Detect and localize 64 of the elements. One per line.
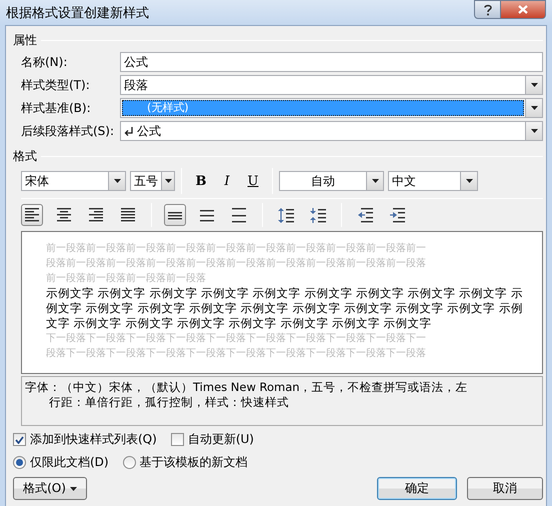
italic-button[interactable]: I — [216, 170, 238, 192]
field-label: 名称(N): — [20, 54, 68, 70]
dropdown-arrow-icon — [530, 83, 538, 87]
dropdown-arrow-icon — [164, 179, 172, 183]
radio-label: 仅限此文档(D) — [30, 454, 109, 471]
spacing-arrows-icon — [278, 208, 294, 222]
bold-button[interactable]: B — [190, 170, 212, 192]
preview-text: 段落下一段落下一段落下一段落下一段落下一段落下一段落下一段落下一段落下一段落 — [46, 346, 427, 361]
field-label: 样式基准(B): — [20, 100, 92, 116]
radio-button[interactable] — [122, 456, 136, 469]
preview-text: 下一段落下一段落下一段落下一段落下一段落下一段落下一段落下一段落下一段落下一 — [46, 332, 427, 346]
description-text: 行距：单倍行距，孤行控制，样式：快速样式 — [48, 395, 290, 410]
section-heading: 属性 — [13, 32, 37, 49]
format-menu-button[interactable]: 格式(O) — [13, 477, 87, 500]
dropdown-arrow-icon — [530, 129, 538, 133]
checkbox-label: 自动更新(U) — [188, 431, 254, 448]
preview-text: 前一段落前一段落前一段落前一段落 — [46, 272, 207, 286]
line-spacing-icon — [200, 208, 214, 222]
help-button[interactable] — [474, 0, 501, 19]
window-title: 根据格式设置创建新样式 — [5, 5, 150, 22]
sample-text: 文字 示例文字 示例文字 示例文字 示例文字 示例文字 示例文字 示例文字 — [46, 316, 433, 331]
close-button[interactable] — [501, 0, 546, 19]
field-label: 后续段落样式(S): — [20, 122, 116, 140]
preview-text: 前一段落前一段落前一段落前一段落前一段落前一段落前一段落前一段落前一段落前一 — [46, 242, 427, 256]
dropdown-arrow-icon — [114, 179, 120, 183]
line-spacing-button[interactable] — [164, 204, 186, 226]
dropdown-field[interactable]: 公式 — [120, 121, 543, 141]
indent-arrow-icon — [358, 208, 372, 222]
size-dropdown[interactable]: 五号 — [130, 171, 175, 191]
checkbox[interactable] — [170, 433, 184, 446]
cancel-button[interactable]: 取消 — [467, 477, 543, 500]
script-dropdown[interactable]: 中文 — [388, 171, 478, 191]
dropdown-arrow-icon — [466, 179, 472, 183]
align-justify-icon — [121, 208, 135, 222]
checkbox-label: 添加到快速样式列表(Q) — [30, 431, 157, 448]
indent-arrow-icon — [390, 208, 404, 222]
align-left-button[interactable] — [21, 204, 43, 226]
checkmark-icon — [15, 436, 24, 444]
name-field[interactable]: 公式 — [120, 52, 543, 72]
caret-icon — [70, 486, 77, 490]
checkbox[interactable] — [13, 433, 26, 446]
align-center-icon — [57, 208, 71, 222]
dropdown-arrow-icon — [530, 106, 538, 110]
section-heading: 格式 — [13, 148, 37, 165]
sample-text: 示例文字 示例文字 示例文字 示例文字 示例文字 示例文字 示例文字 示例文字 示例文字 示 — [46, 286, 524, 301]
font-color-dropdown[interactable]: 自动 — [279, 171, 384, 191]
font-dropdown[interactable]: 宋体 — [21, 171, 126, 191]
preview-text: 段落前一段落前一段落前一段落前一段落前一段落前一段落前一段落前一段落前一段落 — [46, 256, 427, 271]
align-right-icon — [89, 208, 103, 222]
line-spacing-icon — [232, 208, 246, 222]
dropdown-field[interactable]: 段落 — [120, 75, 543, 95]
align-left-icon — [25, 208, 39, 222]
description-text: 字体：（中文）宋体，（默认）Times New Roman，五号，不检查拼写或语法，左 — [25, 380, 469, 395]
ok-button[interactable]: 确定 — [377, 477, 457, 500]
help-icon — [484, 4, 492, 16]
spacing-arrows-icon — [310, 208, 326, 222]
radio-label: 基于该模板的新文档 — [140, 454, 248, 471]
radio-button[interactable] — [13, 456, 26, 469]
close-icon — [518, 5, 528, 14]
paragraph-mark-icon — [124, 126, 133, 136]
dropdown-arrow-icon — [372, 179, 378, 183]
field-label: 样式类型(T): — [20, 76, 91, 94]
sample-text: 例文字 示例文字 示例文字 示例文字 示例文字 示例文字 示例文字 示例文字 示例文字 示例 — [46, 301, 524, 316]
underline-button[interactable]: U — [242, 170, 264, 192]
